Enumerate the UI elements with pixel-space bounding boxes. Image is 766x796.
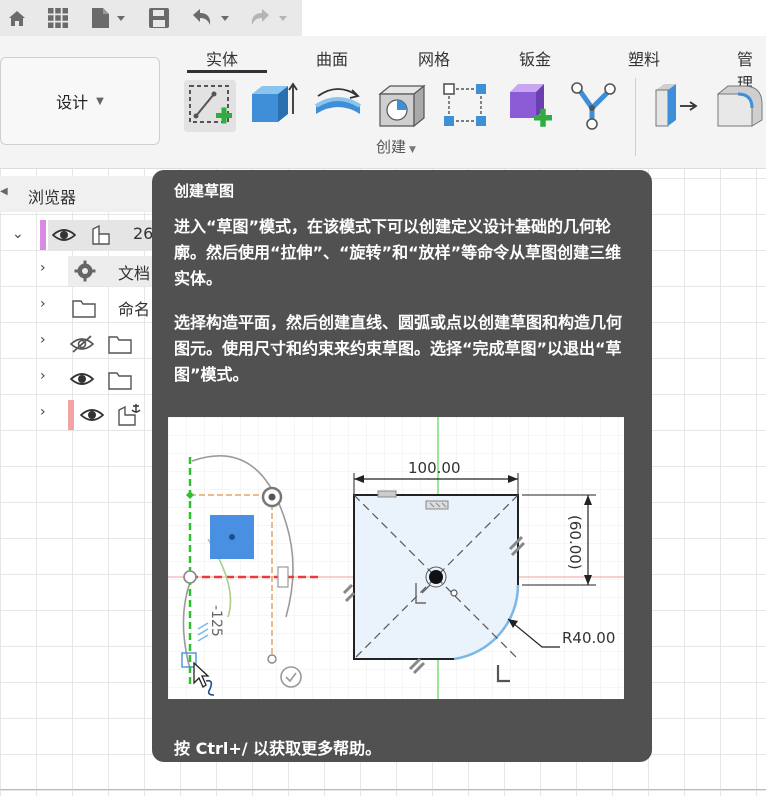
width-dimension-label: 100.00: [408, 459, 461, 477]
revolve-button[interactable]: [312, 80, 364, 132]
press-pull-icon: [655, 84, 698, 127]
chevron-down-icon: ▼: [96, 95, 104, 107]
component-icon: [92, 224, 110, 245]
tab-solid[interactable]: 实体: [206, 46, 238, 70]
chevron-down-icon[interactable]: ⌄: [12, 226, 24, 242]
shell-icon: [378, 84, 426, 128]
undo-icon[interactable]: [188, 6, 234, 30]
eye-icon[interactable]: [80, 406, 104, 424]
eye-icon[interactable]: [52, 226, 76, 244]
radius-dimension-label: R40.00: [562, 629, 615, 647]
save-icon[interactable]: [146, 6, 172, 30]
redo-icon[interactable]: [246, 6, 292, 30]
create-sketch-icon: [189, 85, 232, 124]
quick-access-toolbar: [0, 0, 302, 36]
shell-button[interactable]: [376, 80, 428, 132]
fillet-button[interactable]: [714, 80, 766, 132]
eye-icon[interactable]: [70, 370, 94, 388]
new-component-button[interactable]: [504, 80, 556, 132]
folder-icon: [108, 372, 132, 390]
eye-hidden-icon[interactable]: [70, 334, 94, 354]
active-tab-indicator: [187, 70, 267, 73]
file-menu-icon[interactable]: [88, 6, 130, 30]
height-dimension-label: (60.00): [566, 515, 584, 570]
root-component-name: 26: [133, 224, 154, 243]
chevron-right-icon[interactable]: ›: [40, 296, 46, 312]
revolve-icon: [314, 88, 362, 114]
joint-button[interactable]: [568, 80, 620, 132]
folder-icon: [72, 300, 96, 318]
gear-icon: [74, 260, 96, 282]
folder-icon: [108, 336, 132, 354]
tooltip-title: 创建草图: [174, 182, 235, 200]
tooltip-paragraph-1: 进入“草图”模式，在该模式下可以创建定义设计基础的几何轮廓。然后使用“拉伸”、“…: [174, 217, 622, 288]
joint-icon: [571, 82, 616, 130]
sketch-illustration: -125 100.00 (60.00) R40.00: [168, 417, 624, 699]
pattern-button[interactable]: [440, 80, 492, 132]
ribbon-toolbar: 设计 ▼ 实体 曲面 网格 钣金 塑料 管理 创建 ▼: [0, 36, 766, 169]
create-sketch-button[interactable]: [184, 80, 236, 132]
tab-surface[interactable]: 曲面: [316, 46, 348, 70]
pattern-icon: [443, 83, 486, 126]
row-label: 命名: [118, 300, 151, 319]
ribbon-separator: [635, 78, 636, 156]
create-sketch-tooltip: 创建草图 进入“草图”模式，在该模式下可以创建定义设计基础的几何轮廓。然后使用“…: [152, 170, 652, 762]
collapse-panel-icon[interactable]: ◀: [0, 186, 8, 197]
new-component-icon: [510, 84, 552, 127]
browser-title: 浏览器: [28, 188, 77, 207]
home-icon[interactable]: [6, 6, 28, 30]
tab-mesh[interactable]: 网格: [418, 46, 450, 70]
tab-plastic[interactable]: 塑料: [628, 46, 660, 70]
x-axis-line: [0, 789, 766, 790]
extrude-icon: [252, 82, 298, 122]
extrude-button[interactable]: [248, 80, 300, 132]
tooltip-help-hint: 按 Ctrl+/ 以获取更多帮助。: [174, 739, 382, 758]
left-dimension-label: -125: [208, 605, 224, 637]
anchored-component-icon: [118, 404, 141, 426]
create-group-label: 创建: [376, 138, 407, 156]
row-color-tag: [68, 400, 74, 430]
chevron-right-icon[interactable]: ›: [40, 260, 46, 276]
fillet-icon: [716, 85, 763, 127]
workspace-label: 设计: [56, 93, 89, 112]
grid-icon[interactable]: [46, 6, 70, 30]
chevron-down-icon: ▼: [409, 145, 416, 155]
tooltip-illustration: -125 100.00 (60.00) R40.00: [168, 417, 624, 699]
chevron-right-icon[interactable]: ›: [40, 332, 46, 348]
chevron-right-icon[interactable]: ›: [40, 368, 46, 384]
workspace-switcher-button[interactable]: 设计 ▼: [0, 57, 160, 145]
row-label: 文档: [118, 264, 151, 283]
tab-sheet-metal[interactable]: 钣金: [519, 46, 551, 70]
component-color-tag: [40, 220, 46, 250]
create-group-dropdown[interactable]: 创建 ▼: [376, 136, 416, 157]
chevron-right-icon[interactable]: ›: [40, 404, 46, 420]
tooltip-paragraph-2: 选择构造平面，然后创建直线、圆弧或点以创建草图和构造几何图元。使用尺寸和约束来约…: [174, 313, 623, 384]
press-pull-button[interactable]: [650, 80, 702, 132]
